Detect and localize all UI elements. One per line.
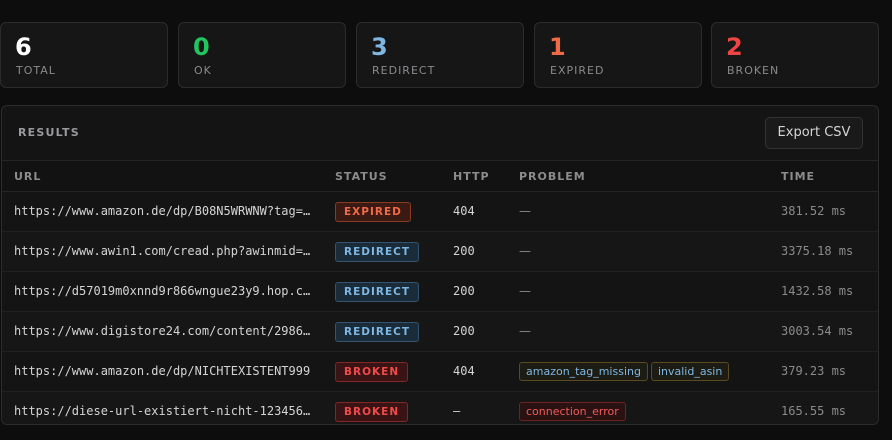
- stat-label: BROKEN: [727, 64, 780, 77]
- problem-cell: —: [519, 232, 531, 270]
- http-code-cell: 404: [453, 364, 475, 378]
- stat-label: EXPIRED: [550, 64, 605, 77]
- stat-card-expired: 1 EXPIRED: [534, 22, 702, 88]
- url-cell[interactable]: https://www.awin1.com/cread.php?awinmid=…: [14, 232, 312, 270]
- stat-label: TOTAL: [16, 64, 56, 77]
- status-cell: REDIRECT: [335, 232, 420, 270]
- stat-card-broken: 2 BROKEN: [711, 22, 879, 88]
- stat-card-redirect: 3 REDIRECT: [356, 22, 524, 88]
- problem-empty: —: [519, 204, 531, 218]
- status-cell: REDIRECT: [335, 312, 420, 350]
- stat-value: 2: [726, 33, 743, 61]
- problem-tag: invalid_asin: [650, 362, 730, 381]
- http-code-cell: 404: [453, 204, 475, 218]
- stat-value: 6: [15, 33, 32, 61]
- column-header-problem[interactable]: PROBLEM: [519, 170, 586, 183]
- time-cell: 165.55 ms: [781, 404, 847, 418]
- stat-label: OK: [194, 64, 212, 77]
- results-header: RESULTS Export CSV: [2, 106, 878, 161]
- table-header: URL STATUS HTTP PROBLEM TIME: [2, 161, 878, 192]
- http-code-cell: —: [453, 404, 461, 418]
- url-cell[interactable]: https://d57019m0xnnd9r866wngue23y9.hop.c…: [14, 272, 312, 310]
- status-cell: EXPIRED: [335, 192, 411, 230]
- time-cell: 3003.54 ms: [781, 324, 854, 338]
- export-csv-button[interactable]: Export CSV: [765, 117, 863, 149]
- column-header-status[interactable]: STATUS: [335, 170, 388, 183]
- stat-value: 0: [193, 33, 210, 61]
- results-panel: RESULTS Export CSV URL STATUS HTTP PROBL…: [1, 105, 879, 425]
- problem-cell: connection_error: [519, 392, 629, 424]
- problem-tag: connection_error: [519, 402, 626, 421]
- problem-empty: —: [519, 284, 531, 298]
- column-header-http[interactable]: HTTP: [453, 170, 490, 183]
- stat-value: 1: [549, 33, 566, 61]
- status-badge: REDIRECT: [335, 241, 420, 262]
- problem-cell: —: [519, 312, 531, 350]
- url-cell[interactable]: https://diese-url-existiert-nicht-123456…: [14, 392, 312, 424]
- stat-card-total: 6 TOTAL: [0, 22, 168, 88]
- table-row[interactable]: https://www.awin1.com/cread.php?awinmid=…: [2, 232, 878, 272]
- problem-empty: —: [519, 324, 531, 338]
- problem-tag: amazon_tag_missing: [519, 362, 648, 381]
- status-cell: BROKEN: [335, 392, 409, 424]
- status-badge: REDIRECT: [335, 281, 420, 302]
- column-header-url[interactable]: URL: [14, 170, 41, 183]
- problem-cell: —: [519, 272, 531, 310]
- column-header-time[interactable]: TIME: [781, 170, 815, 183]
- time-cell: 381.52 ms: [781, 204, 847, 218]
- status-badge: BROKEN: [335, 401, 409, 422]
- problem-cell: amazon_tag_missing invalid_asin: [519, 352, 732, 390]
- table-row[interactable]: https://d57019m0xnnd9r866wngue23y9.hop.c…: [2, 272, 878, 312]
- url-cell[interactable]: https://www.amazon.de/dp/B08N5WRWNW?tag=…: [14, 192, 312, 230]
- results-title: RESULTS: [18, 126, 80, 139]
- http-code-cell: 200: [453, 244, 475, 258]
- problem-cell: —: [519, 192, 531, 230]
- results-table-body: https://www.amazon.de/dp/B08N5WRWNW?tag=…: [2, 192, 878, 424]
- status-badge: REDIRECT: [335, 321, 420, 342]
- stat-label: REDIRECT: [372, 64, 436, 77]
- table-row[interactable]: https://www.amazon.de/dp/NICHTEXISTENT99…: [2, 352, 878, 392]
- table-row[interactable]: https://diese-url-existiert-nicht-123456…: [2, 392, 878, 424]
- time-cell: 379.23 ms: [781, 364, 847, 378]
- http-code-cell: 200: [453, 284, 475, 298]
- table-row[interactable]: https://www.digistore24.com/content/2986…: [2, 312, 878, 352]
- time-cell: 1432.58 ms: [781, 284, 854, 298]
- problem-empty: —: [519, 244, 531, 258]
- status-cell: BROKEN: [335, 352, 409, 390]
- url-cell[interactable]: https://www.amazon.de/dp/NICHTEXISTENT99…: [14, 352, 312, 390]
- table-row[interactable]: https://www.amazon.de/dp/B08N5WRWNW?tag=…: [2, 192, 878, 232]
- stat-value: 3: [371, 33, 388, 61]
- status-badge: BROKEN: [335, 361, 409, 382]
- time-cell: 3375.18 ms: [781, 244, 854, 258]
- http-code-cell: 200: [453, 324, 475, 338]
- status-badge: EXPIRED: [335, 201, 411, 222]
- stats-bar: 6 TOTAL 0 OK 3 REDIRECT 1 EXPIRED 2 BROK…: [0, 22, 892, 90]
- stat-card-ok: 0 OK: [178, 22, 346, 88]
- status-cell: REDIRECT: [335, 272, 420, 310]
- url-cell[interactable]: https://www.digistore24.com/content/2986…: [14, 312, 312, 350]
